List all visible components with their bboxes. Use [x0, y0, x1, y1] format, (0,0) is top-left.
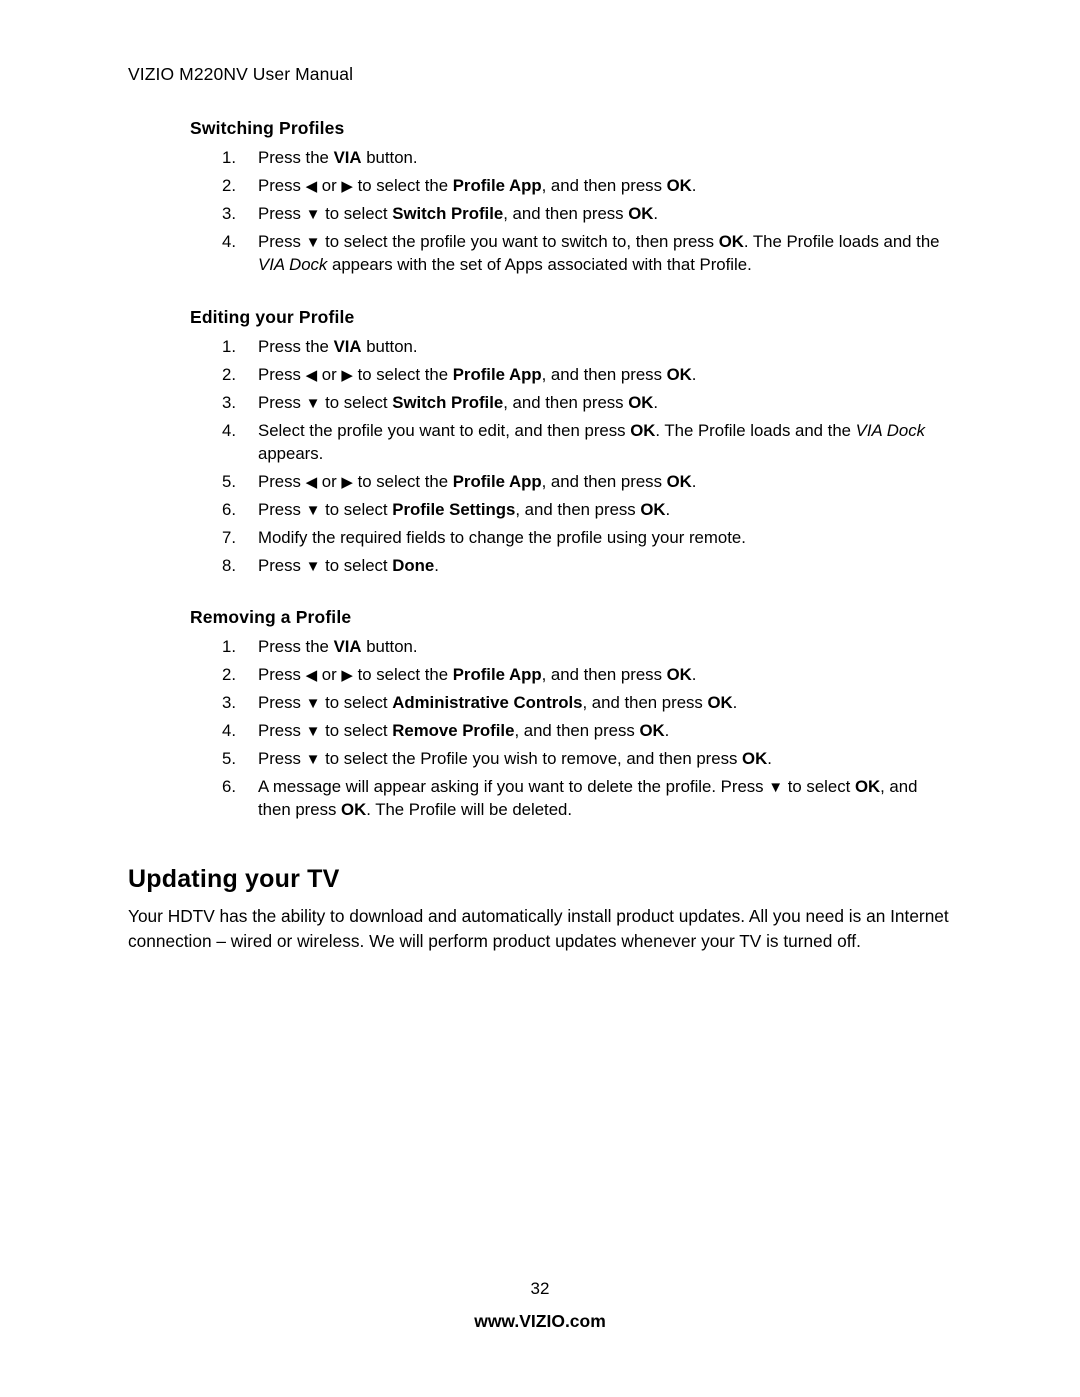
list-item-number: 2. [222, 365, 236, 384]
step-list-switching-profiles: 1. Press the VIA button. 2. Press ◀ or ▶ to… [128, 147, 954, 276]
list-item: 2. Press ◀ or ▶ to select the Profile App… [128, 364, 954, 387]
updating-tv-paragraph: Your HDTV has the ability to download an… [128, 906, 949, 951]
list-item-number: 7. [222, 527, 236, 547]
list-item-number: 1. [222, 637, 236, 656]
page-footer: 32 www.VIZIO.com [0, 1278, 1080, 1334]
section-heading-removing-profile: Removing a Profile [190, 607, 352, 627]
manual-page: VIZIO M220NV User Manual Switching Profi… [0, 0, 1080, 1397]
list-item-number: 6. [222, 777, 236, 796]
list-item: 2. Press ◀ or ▶ to select the Profile App… [128, 664, 954, 687]
section-editing-profile: Editing your Profile 1. Press the VIA but… [128, 307, 954, 577]
list-item: 1. Press the VIA button. [128, 636, 954, 659]
list-item-number: 4. [222, 232, 236, 251]
list-item: 4. Select the profile you want to edit, a… [128, 420, 954, 465]
list-item-number: 3. [222, 693, 236, 712]
section-heading-editing-profile: Editing your Profile [190, 307, 355, 327]
list-item: 7. Modify the required fields to change t… [128, 527, 954, 550]
section-removing-profile: Removing a Profile 1. Press the VIA butto… [128, 607, 954, 821]
list-item-text: Select the profile you want to edit, and… [258, 421, 925, 463]
list-item-text: Press ▼ to select Administrative Control… [258, 693, 738, 712]
list-item-text: Press ◀ or ▶ to select the Profile App, … [258, 365, 697, 384]
list-item-number: 6. [222, 499, 236, 519]
list-item: 5. Press ◀ or ▶ to select the Profile App… [128, 471, 954, 494]
list-item-text: Press ▼ to select the Profile you wish t… [258, 749, 772, 768]
list-item: 4. Press ▼ to select Remove Profile, and … [128, 720, 954, 743]
list-item-text: Press the VIA button. [258, 148, 418, 167]
list-item-number: 2. [222, 665, 236, 684]
list-item-text: Modify the required fields to change the… [258, 527, 746, 547]
page-content: Switching Profiles 1. Press the VIA butto… [128, 118, 954, 954]
list-item-number: 2. [222, 176, 236, 195]
list-item-number: 8. [222, 555, 236, 575]
list-item: 1. Press the VIA button. [128, 147, 954, 170]
footer-website-url: www.VIZIO.com [474, 1311, 606, 1331]
list-item: 4. Press ▼ to select the profile you want… [128, 231, 954, 276]
list-item-number: 5. [222, 471, 236, 491]
list-item-number: 1. [222, 337, 236, 356]
section-switching-profiles: Switching Profiles 1. Press the VIA butto… [128, 118, 954, 276]
list-item: 5. Press ▼ to select the Profile you wish… [128, 748, 954, 771]
list-item: 3. Press ▼ to select Switch Profile, and … [128, 392, 954, 415]
list-item: 3. Press ▼ to select Switch Profile, and … [128, 203, 954, 226]
list-item-text: Press ▼ to select the profile you want t… [258, 232, 940, 274]
section-updating-tv: Updating your TV Your HDTV has the abili… [128, 865, 954, 954]
list-item-text: Press ◀ or ▶ to select the Profile App, … [258, 176, 697, 195]
list-item-text: Press ▼ to select Switch Profile, and th… [258, 393, 659, 412]
list-item-number: 4. [222, 421, 236, 440]
list-item-text: Press the VIA button. [258, 337, 418, 356]
list-item-number: 4. [222, 721, 236, 740]
step-list-removing-profile: 1. Press the VIA button. 2. Press ◀ or ▶ to… [128, 636, 954, 821]
list-item: 3. Press ▼ to select Administrative Contr… [128, 692, 954, 715]
list-item-text: Press the VIA button. [258, 637, 418, 656]
list-item-number: 3. [222, 393, 236, 412]
list-item: 6. A message will appear asking if you wa… [128, 776, 954, 821]
list-item-text: A message will appear asking if you want… [258, 777, 918, 819]
list-item: 6. Press ▼ to select Profile Settings, an… [128, 499, 954, 522]
list-item-number: 1. [222, 148, 236, 167]
list-item: 1. Press the VIA button. [128, 336, 954, 359]
list-item: 2. Press ◀ or ▶ to select the Profile App… [128, 175, 954, 198]
page-title-updating-your-tv: Updating your TV [128, 865, 340, 893]
list-item-text: Press ◀ or ▶ to select the Profile App, … [258, 665, 697, 684]
step-list-editing-profile: 1. Press the VIA button. 2. Press ◀ or ▶ to… [128, 336, 954, 577]
list-item-text: Press ▼ to select Profile Settings, and … [258, 499, 671, 519]
list-item-number: 3. [222, 204, 236, 223]
section-heading-switching-profiles: Switching Profiles [190, 118, 345, 138]
page-number: 32 [530, 1279, 550, 1298]
list-item-text: Press ▼ to select Done. [258, 555, 439, 575]
running-header: VIZIO M220NV User Manual [128, 64, 354, 84]
list-item: 8. Press ▼ to select Done. [128, 555, 954, 578]
list-item-text: Press ◀ or ▶ to select the Profile App, … [258, 471, 697, 491]
list-item-text: Press ▼ to select Switch Profile, and th… [258, 204, 659, 223]
list-item-number: 5. [222, 749, 236, 768]
list-item-text: Press ▼ to select Remove Profile, and th… [258, 721, 670, 740]
